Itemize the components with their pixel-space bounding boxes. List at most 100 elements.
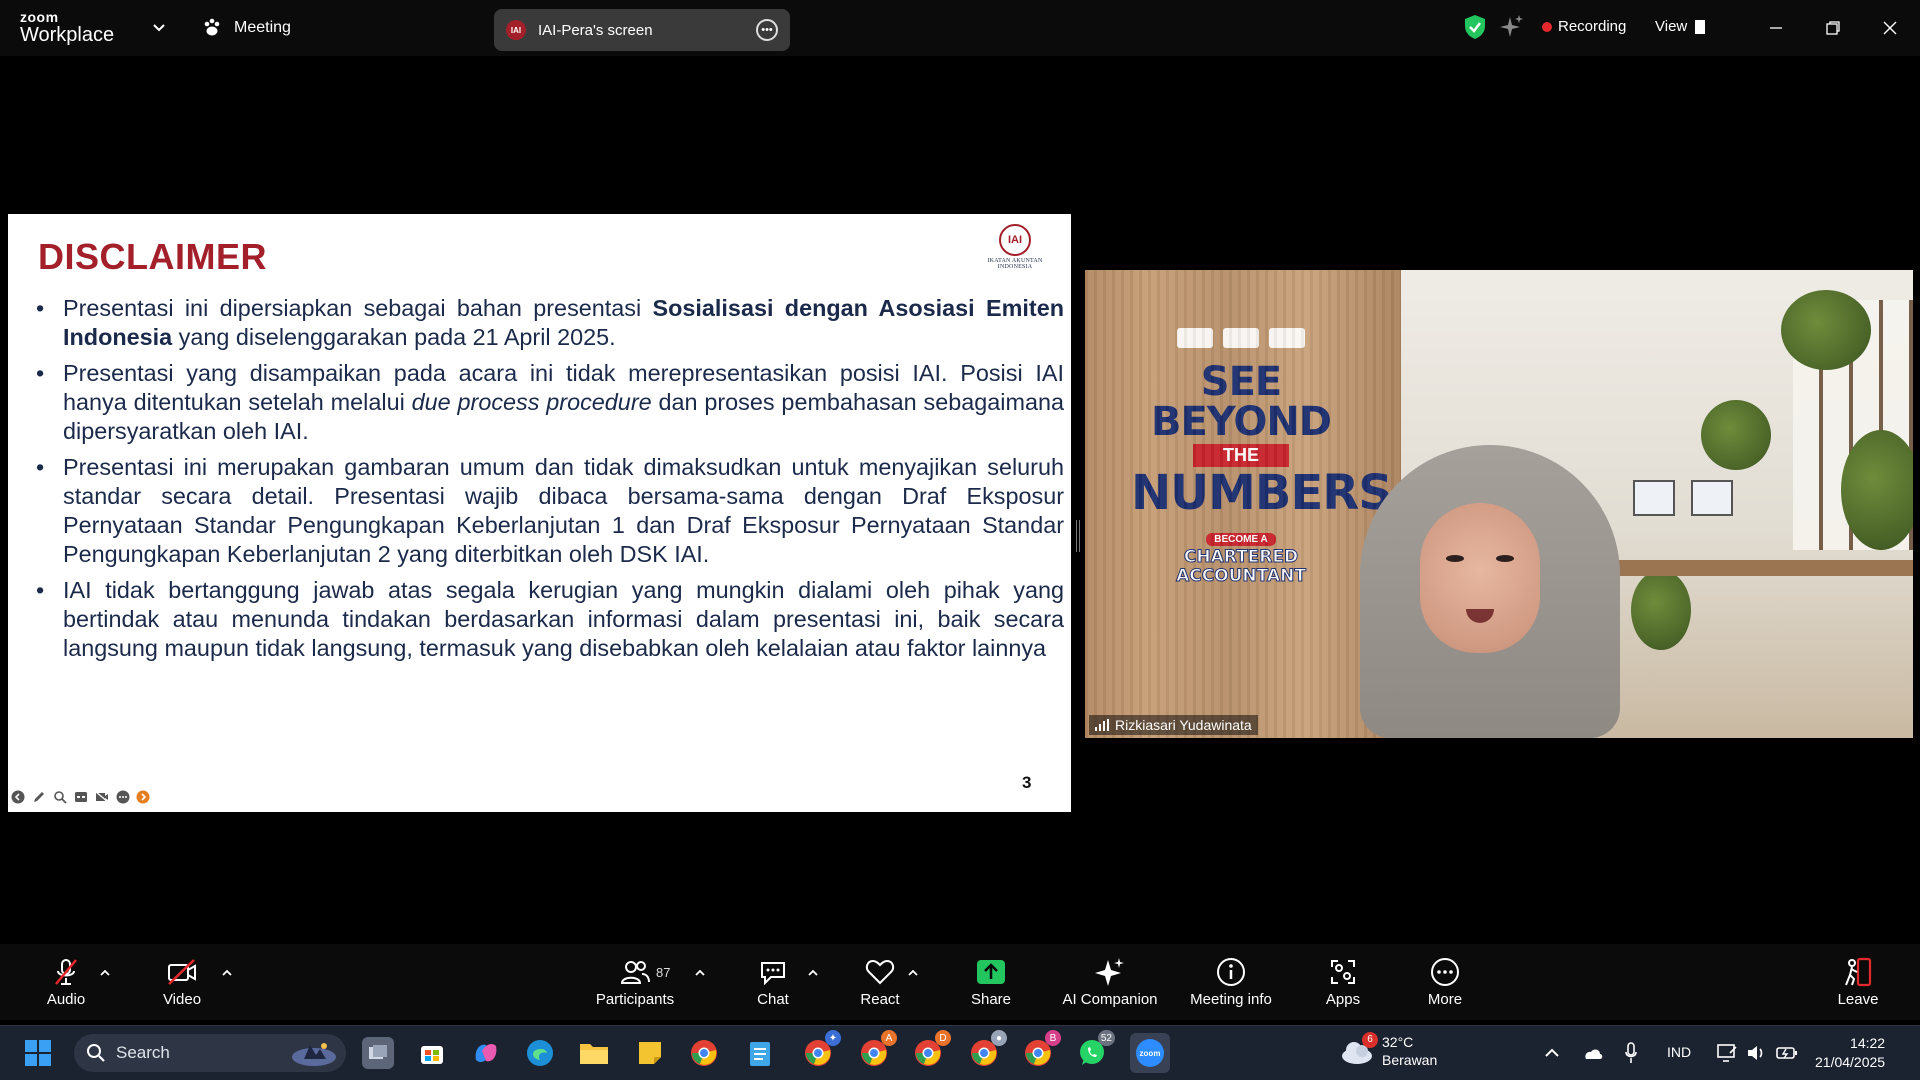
system-clock[interactable]: 14:22 21/04/2025 (1815, 1034, 1885, 1072)
video-label: Video (162, 990, 202, 1008)
share-screen-icon (977, 959, 1005, 984)
whatsapp-app[interactable]: 52 (1076, 1030, 1115, 1069)
windows-logo-icon (25, 1040, 51, 1066)
pen-icon[interactable] (31, 789, 47, 805)
chat-options-chevron-icon[interactable] (806, 966, 820, 980)
participants-options-chevron-icon[interactable] (693, 966, 707, 980)
participants-label: Participants (595, 990, 675, 1008)
chevron-down-icon[interactable] (152, 20, 166, 34)
previous-slide-icon[interactable] (10, 789, 26, 805)
virtual-background-wall: SEE BEYOND THE NUMBERS BECOME A CHARTERE… (1085, 270, 1401, 738)
zoom-slide-icon[interactable] (52, 789, 68, 805)
ai-companion-label: AI Companion (1062, 990, 1158, 1008)
windows-taskbar: Search ✦ A D ● B 52 zoom 6 32°C Berawan … (0, 1025, 1920, 1080)
audio-button[interactable]: Audio (40, 944, 92, 1020)
screen-share-indicator[interactable]: IAI IAI-Pera's screen ••• (494, 9, 790, 51)
task-view-app[interactable] (362, 1037, 394, 1069)
start-button[interactable] (22, 1037, 54, 1069)
recording-indicator[interactable]: Recording (1542, 18, 1626, 35)
view-button[interactable]: View (1655, 18, 1706, 35)
copilot-app[interactable] (470, 1037, 502, 1069)
leave-icon (1845, 957, 1872, 986)
weather-widget[interactable]: 6 32°C Berawan (1340, 1032, 1438, 1069)
chrome-profile-d-app[interactable]: D (912, 1030, 951, 1069)
more-slide-options-icon[interactable] (115, 789, 131, 805)
zoom-app[interactable]: zoom (1130, 1033, 1170, 1073)
search-label: Search (116, 1043, 170, 1062)
ai-sparkle-icon[interactable] (1500, 14, 1524, 40)
show-hidden-icons-chevron-icon[interactable] (1544, 1046, 1560, 1060)
edge-app[interactable] (524, 1037, 556, 1069)
sticky-notes-app[interactable] (634, 1037, 666, 1069)
apps-icon (1331, 959, 1355, 984)
sticky-notes-icon (639, 1042, 661, 1064)
iai-logo-caption: IKATAN AKUNTAN INDONESIA (987, 258, 1043, 270)
task-view-icon (369, 1045, 387, 1059)
weather-cloud-icon: 6 (1340, 1032, 1378, 1066)
chrome-profile-badge: B (1045, 1030, 1061, 1046)
slideshow-toolbar (10, 789, 152, 805)
more-button[interactable]: More (1422, 944, 1468, 1020)
poster-line-2: THE (1193, 444, 1289, 467)
iai-logo-emblem: IAI (999, 224, 1031, 256)
weather-description: Berawan (1382, 1052, 1438, 1068)
recording-label: Recording (1558, 18, 1627, 35)
leave-label: Leave (1837, 990, 1879, 1008)
slide-page-number: 3 (1022, 773, 1032, 792)
react-button[interactable]: React (856, 944, 904, 1020)
microphone-tray-icon[interactable] (1624, 1042, 1638, 1064)
meeting-info-button[interactable]: Meeting info (1184, 944, 1278, 1020)
encryption-shield-icon[interactable] (1464, 14, 1486, 40)
share-button[interactable]: Share (966, 944, 1016, 1020)
onedrive-icon[interactable] (1582, 1046, 1604, 1060)
video-options-chevron-icon[interactable] (220, 966, 234, 980)
chrome-profile-2-app[interactable]: ● (968, 1030, 1007, 1069)
info-icon (1217, 957, 1245, 986)
view-layout-icon (1695, 19, 1706, 34)
see-beyond-poster: SEE BEYOND THE NUMBERS BECOME A CHARTERE… (1131, 328, 1393, 585)
leave-button[interactable]: Leave (1836, 944, 1880, 1020)
next-slide-icon[interactable] (136, 789, 152, 805)
subtitles-icon[interactable] (73, 789, 89, 805)
restore-button[interactable] (1819, 14, 1847, 42)
disclaimer-list: Presentasi ini dipersiapkan sebagai baha… (36, 294, 1064, 670)
shared-screen[interactable]: DISCLAIMER IAI IKATAN AKUNTAN INDONESIA … (8, 159, 1071, 848)
battery-icon[interactable] (1775, 1044, 1799, 1062)
ai-companion-button[interactable]: AI Companion (1060, 944, 1160, 1020)
volume-icon[interactable] (1746, 1044, 1766, 1062)
meeting-tab[interactable]: Meeting (202, 18, 291, 38)
meeting-label: Meeting (234, 19, 291, 36)
input-language[interactable]: IND (1667, 1044, 1691, 1060)
video-button[interactable]: Video (156, 944, 208, 1020)
notepad-app[interactable] (744, 1037, 776, 1069)
minimize-button[interactable] (1762, 14, 1790, 42)
chrome-app[interactable] (688, 1037, 720, 1069)
more-icon (1431, 957, 1459, 986)
more-options-icon[interactable]: ••• (756, 19, 778, 41)
zoom-logo[interactable]: zoom Workplace (20, 10, 114, 45)
camera-off-icon[interactable] (94, 789, 110, 805)
clock-time: 14:22 (1850, 1035, 1886, 1051)
chat-button[interactable]: Chat (752, 944, 794, 1020)
weather-temperature: 32°C (1382, 1034, 1414, 1050)
meeting-controls: Audio Video Participants 87 Chat React S… (0, 944, 1920, 1020)
title-bar: zoom Workplace Meeting IAI IAI-Pera's sc… (0, 0, 1920, 56)
folder-icon (580, 1044, 608, 1064)
taskbar-search[interactable]: Search (74, 1034, 346, 1072)
file-explorer-app[interactable] (578, 1037, 610, 1069)
poster-line-1: SEE BEYOND (1150, 359, 1332, 445)
apps-button[interactable]: Apps (1320, 944, 1366, 1020)
store-app[interactable] (416, 1037, 448, 1069)
audio-options-chevron-icon[interactable] (98, 966, 112, 980)
panel-splitter-handle[interactable] (1076, 520, 1080, 552)
chrome-profile-a-app[interactable]: A (858, 1030, 897, 1069)
chrome-profile-1-app[interactable]: ✦ (802, 1030, 841, 1069)
audio-label: Audio (46, 990, 86, 1008)
participant-video-tile[interactable]: SEE BEYOND THE NUMBERS BECOME A CHARTERE… (1085, 270, 1913, 738)
close-button[interactable] (1876, 14, 1904, 42)
network-icon[interactable] (1716, 1043, 1738, 1063)
react-options-chevron-icon[interactable] (906, 966, 920, 980)
edge-icon (527, 1040, 553, 1066)
chrome-profile-b-app[interactable]: B (1022, 1030, 1061, 1069)
participants-button[interactable]: Participants (590, 944, 680, 1020)
